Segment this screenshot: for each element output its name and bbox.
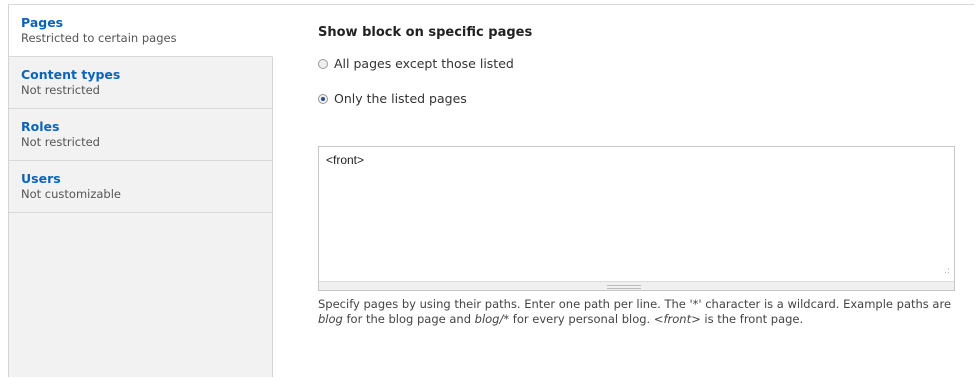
tab-content-types[interactable]: Content types Not restricted [9,57,272,109]
tab-users[interactable]: Users Not customizable [9,161,272,213]
pane-title: Show block on specific pages [318,25,533,40]
textarea-value[interactable]: <front> [326,153,364,167]
radio-only-listed-pages[interactable]: Only the listed pages [318,91,467,106]
tab-summary: Restricted to certain pages [21,31,177,45]
radio-button[interactable] [318,58,328,69]
radio-button-checked[interactable] [318,93,328,104]
tab-pages[interactable]: Pages Restricted to certain pages [9,5,273,57]
description-text: for the blog page and [342,312,475,326]
tab-title: Roles [21,119,60,134]
tab-summary: Not restricted [21,135,100,149]
tab-summary: Not restricted [21,83,100,97]
radio-label: All pages except those listed [334,56,514,71]
description-example-blog-wildcard: blog/* [474,312,510,326]
textarea-resize-grippie[interactable] [319,281,954,290]
radio-label: Only the listed pages [334,91,467,106]
tab-summary: Not customizable [21,187,122,201]
resize-corner-icon[interactable]: .: [944,267,950,276]
tab-title: Content types [21,67,121,82]
description-example-blog: blog [318,312,343,326]
description-text: Specify pages by using their paths. Ente… [318,297,952,311]
vertical-tabs: Pages Restricted to certain pages Conten… [8,5,273,377]
pages-textarea[interactable]: <front> .: [318,146,955,291]
block-visibility-settings: Pages Restricted to certain pages Conten… [8,4,974,377]
tab-title: Pages [21,15,64,30]
tab-title: Users [21,171,61,186]
radio-all-pages-except[interactable]: All pages except those listed [318,56,514,71]
description-text: is the front page. [700,312,804,326]
tab-roles[interactable]: Roles Not restricted [9,109,272,161]
grippie-handle-icon[interactable] [607,285,641,289]
description-text: for every personal blog. [509,312,654,326]
description-example-front: <front> [653,312,701,326]
field-description: Specify pages by using their paths. Ente… [318,297,968,327]
